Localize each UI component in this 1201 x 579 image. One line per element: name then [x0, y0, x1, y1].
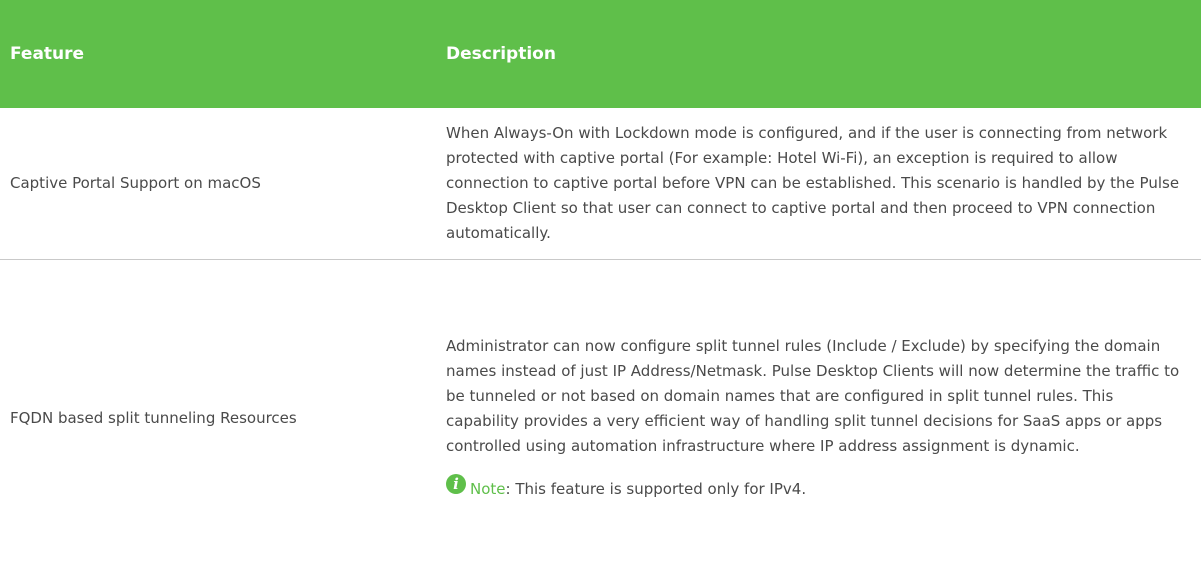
table-row: FQDN based split tunneling Resources Adm…	[0, 259, 1201, 577]
table-header-row: Feature Description	[0, 0, 1201, 108]
note-line: i Note : This feature is supported only …	[446, 473, 1187, 502]
feature-cell: Captive Portal Support on macOS	[0, 108, 438, 260]
note-label: Note	[470, 480, 506, 499]
feature-table: Feature Description Captive Portal Suppo…	[0, 0, 1201, 577]
description-text: Administrator can now configure split tu…	[446, 337, 1180, 456]
header-description: Description	[438, 0, 1201, 108]
note-text: : This feature is supported only for IPv…	[505, 480, 807, 499]
table-row: Captive Portal Support on macOS When Alw…	[0, 108, 1201, 260]
feature-cell: FQDN based split tunneling Resources	[10, 408, 297, 427]
description-text: When Always-On with Lockdown mode is con…	[446, 123, 1180, 242]
description-cell: When Always-On with Lockdown mode is con…	[438, 108, 1201, 260]
header-feature: Feature	[0, 0, 438, 108]
info-icon: i	[446, 473, 466, 494]
description-cell: Administrator can now configure split tu…	[438, 259, 1201, 577]
